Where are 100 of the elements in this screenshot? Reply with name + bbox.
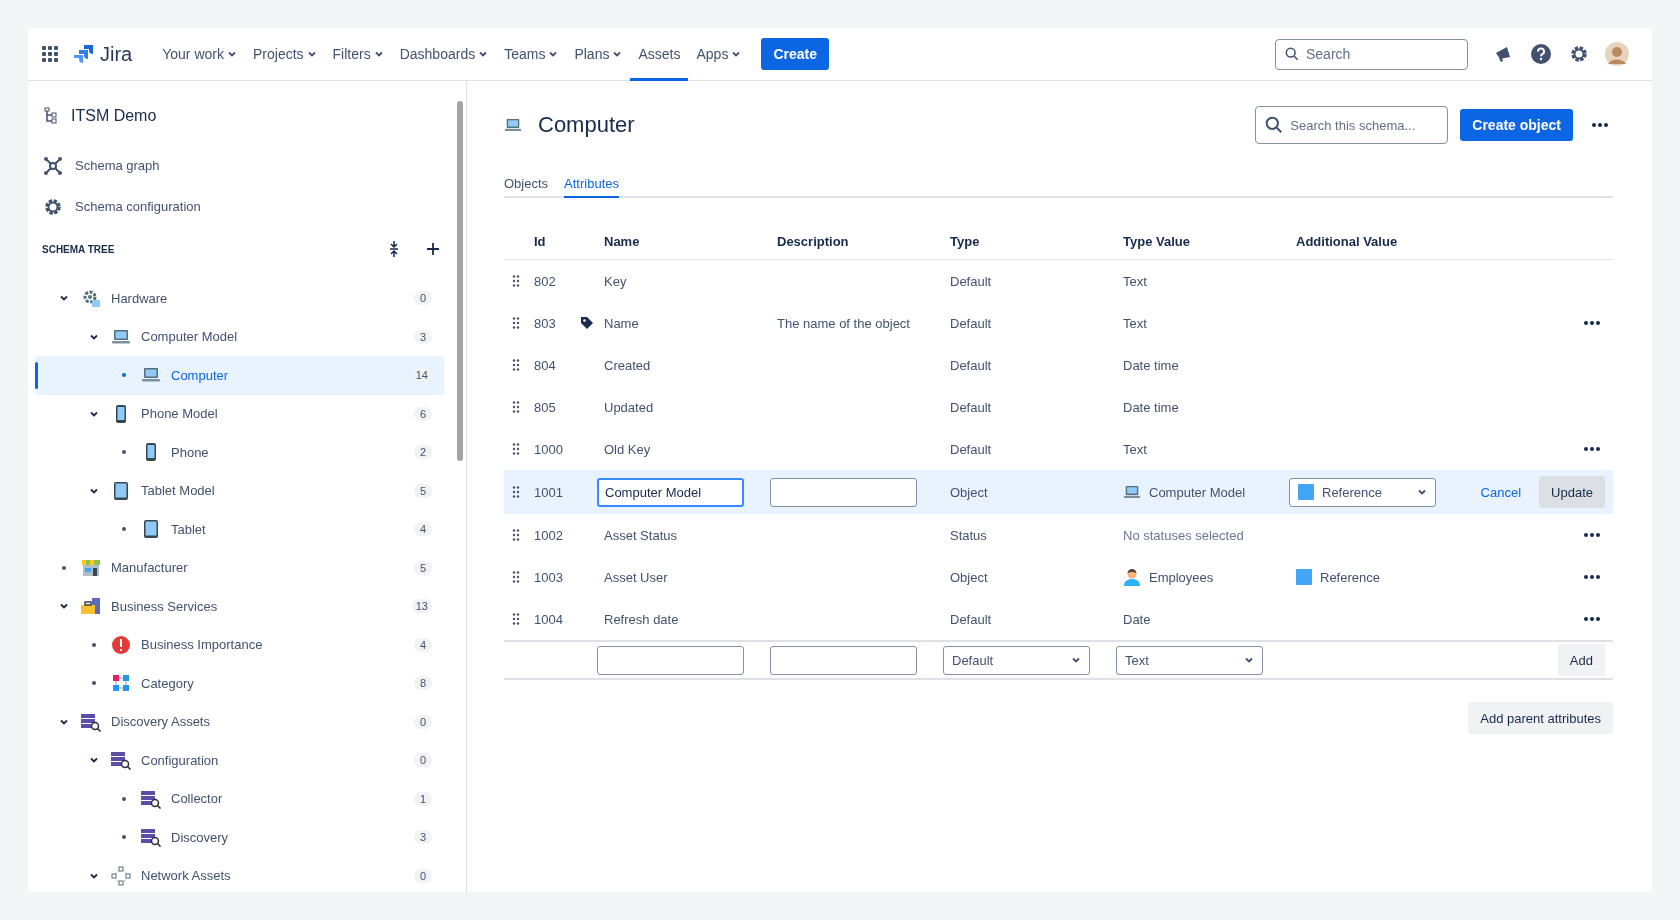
nav-item[interactable]: Projects xyxy=(245,28,325,81)
chevron-down-icon[interactable] xyxy=(1244,655,1254,665)
tree-item[interactable]: Discovery Assets 0 xyxy=(35,702,444,741)
more-icon xyxy=(1583,574,1601,580)
drag-handle-icon[interactable] xyxy=(512,571,520,583)
store-icon xyxy=(81,558,101,577)
column-header: Description xyxy=(777,234,850,249)
bullet-icon xyxy=(92,681,96,686)
phone-icon xyxy=(115,403,127,424)
table-cell: Default xyxy=(950,441,992,457)
type-select[interactable]: Default xyxy=(943,645,1090,675)
tree-item-label: Category xyxy=(141,675,195,691)
nav-item[interactable]: Filters xyxy=(324,28,392,81)
chevron-down-icon[interactable] xyxy=(306,49,317,59)
nav-item[interactable]: Teams xyxy=(496,28,567,81)
chevron-down-icon[interactable] xyxy=(1417,487,1427,497)
nav-item[interactable]: Dashboards xyxy=(391,28,497,81)
megaphone-icon[interactable] xyxy=(1493,44,1513,64)
nav-item[interactable]: Plans xyxy=(566,28,631,81)
count-badge: 3 xyxy=(414,830,432,845)
count-badge: 4 xyxy=(414,637,432,652)
tree-item[interactable]: Phone Model 6 xyxy=(35,394,444,433)
count-badge: 5 xyxy=(414,560,432,575)
tree-item[interactable]: Category 8 xyxy=(35,664,444,703)
count-badge: 4 xyxy=(414,522,432,537)
chevron-down-icon[interactable] xyxy=(612,49,623,59)
new-description-field[interactable] xyxy=(770,645,917,675)
nav-item[interactable]: Apps xyxy=(688,28,750,81)
tree-item[interactable]: Collector 1 xyxy=(35,779,444,818)
new-name-field[interactable] xyxy=(597,645,744,675)
description-field[interactable] xyxy=(770,477,917,507)
drag-handle-icon[interactable] xyxy=(512,317,520,329)
chevron-down-icon[interactable] xyxy=(1071,655,1081,665)
additional-value-select[interactable]: Reference xyxy=(1289,477,1436,507)
tree-item-label: Tablet Model xyxy=(141,483,216,499)
tree-item[interactable]: Computer Model 3 xyxy=(35,317,444,356)
count-badge: 0 xyxy=(414,868,432,883)
app-switcher-icon[interactable] xyxy=(42,46,58,62)
tablet-icon xyxy=(143,519,159,540)
sidebar-link[interactable]: Schema configuration xyxy=(35,186,444,227)
tree-item-label: Manufacturer xyxy=(111,560,189,576)
tree-item[interactable]: Tablet Model 5 xyxy=(35,471,444,510)
table-cell: 1003 xyxy=(534,569,563,585)
table-cell: Date time xyxy=(1123,399,1179,415)
bullet-icon xyxy=(62,565,66,570)
server-search-icon xyxy=(140,788,162,809)
tree-item[interactable]: Manufacturer 5 xyxy=(35,548,444,587)
tree-item[interactable]: Network Assets 0 xyxy=(35,856,444,892)
search-field[interactable]: Search xyxy=(1275,38,1468,70)
sidebar-link[interactable]: Schema graph xyxy=(35,145,444,186)
chevron-down-icon[interactable] xyxy=(373,49,384,59)
nav-item[interactable]: Assets xyxy=(630,28,689,81)
tree-item[interactable]: Tablet 4 xyxy=(35,510,444,549)
add-icon[interactable] xyxy=(426,242,440,256)
chevron-down-icon[interactable] xyxy=(548,49,559,59)
tree-item-label: Discovery xyxy=(171,829,230,845)
count-badge: 13 xyxy=(411,599,432,614)
table-cell: Default xyxy=(950,611,992,627)
tree-item[interactable]: Computer 14 xyxy=(35,356,444,395)
reference-icon xyxy=(1296,569,1312,585)
tree-item[interactable]: Business Services 13 xyxy=(35,587,444,626)
nav-item[interactable]: Your work xyxy=(154,28,245,81)
tree-item[interactable]: Phone 2 xyxy=(35,433,444,472)
tab[interactable]: Objects xyxy=(504,170,549,198)
drag-handle-icon[interactable] xyxy=(512,359,520,371)
create-button[interactable]: Create xyxy=(761,38,829,70)
drag-handle-icon[interactable] xyxy=(512,486,520,498)
settings-icon[interactable] xyxy=(1569,44,1589,64)
count-badge: 1 xyxy=(414,791,432,806)
name-field[interactable]: Computer Model xyxy=(597,477,744,507)
count-badge: 8 xyxy=(414,676,432,691)
drag-handle-icon[interactable] xyxy=(512,613,520,625)
drag-handle-icon[interactable] xyxy=(512,401,520,413)
tab[interactable]: Attributes xyxy=(564,170,619,198)
product-name: Jira xyxy=(100,42,133,66)
tree-item[interactable]: Hardware 0 xyxy=(35,279,444,318)
help-icon[interactable] xyxy=(1530,43,1552,65)
update-button[interactable]: Update xyxy=(1539,476,1605,508)
avatar-icon[interactable] xyxy=(1605,42,1629,66)
drag-handle-icon[interactable] xyxy=(512,275,520,287)
add-parent-attributes-button[interactable]: Add parent attributes xyxy=(1468,702,1613,734)
chevron-down-icon[interactable] xyxy=(227,49,237,59)
type-value-select[interactable]: Text xyxy=(1116,645,1263,675)
chevron-down-icon[interactable] xyxy=(731,49,742,59)
tree-item[interactable]: Discovery 3 xyxy=(35,818,444,857)
create-object-button[interactable]: Create object xyxy=(1460,109,1573,141)
drag-handle-icon[interactable] xyxy=(512,529,520,541)
tree-item[interactable]: Business Importance 4 xyxy=(35,625,444,664)
gear-icon xyxy=(81,288,101,309)
table-cell: No statuses selected xyxy=(1123,527,1244,543)
chevron-down-icon[interactable] xyxy=(478,49,489,59)
count-badge: 6 xyxy=(414,406,432,421)
tree-item[interactable]: Configuration 0 xyxy=(35,741,444,780)
table-cell: Reference xyxy=(1320,569,1380,585)
cancel-button[interactable]: Cancel xyxy=(1468,476,1534,508)
collapse-icon[interactable] xyxy=(388,240,400,258)
tree-item-label: Collector xyxy=(171,791,224,807)
add-button[interactable]: Add xyxy=(1557,644,1605,676)
schema-search-field[interactable]: Search this schema... xyxy=(1255,106,1449,144)
drag-handle-icon[interactable] xyxy=(512,443,520,455)
